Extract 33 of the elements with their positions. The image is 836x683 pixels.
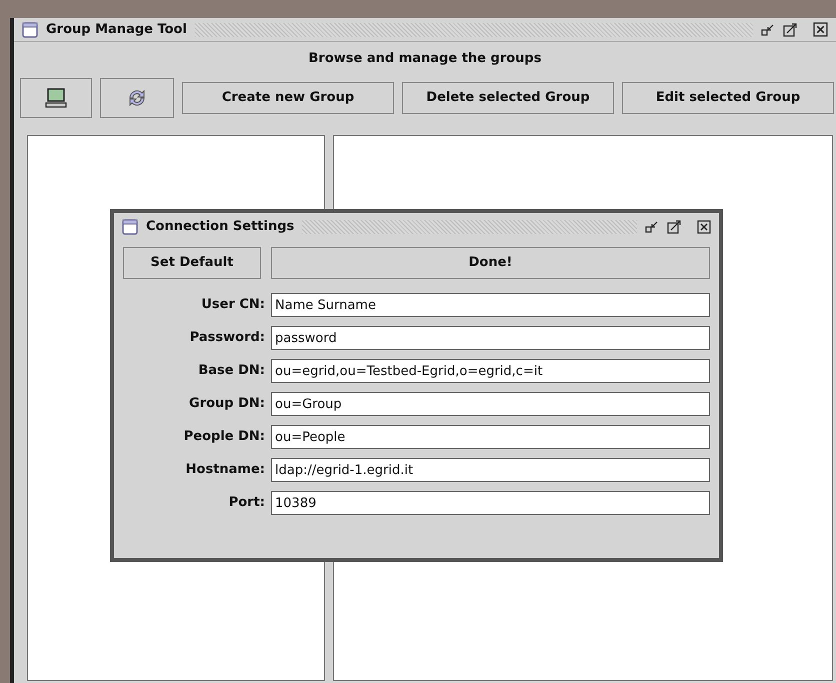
input-field[interactable]: ou=People xyxy=(271,425,710,449)
input-field[interactable]: ldap://egrid-1.egrid.it xyxy=(271,458,710,482)
input-field[interactable]: password xyxy=(271,326,710,350)
input-field[interactable]: 10389 xyxy=(271,491,710,515)
dialog-button[interactable]: Done! xyxy=(271,247,710,279)
toolbar-button[interactable]: Delete selected Group xyxy=(402,82,614,114)
minimize-icon[interactable] xyxy=(761,22,775,36)
field-label: People DN: xyxy=(182,428,265,446)
field-label: Base DN: xyxy=(197,362,265,380)
field-label: User CN: xyxy=(200,296,265,314)
window-icon xyxy=(22,22,38,38)
dialog-title: Connection Settings xyxy=(146,218,294,236)
maximize-icon[interactable] xyxy=(783,22,797,36)
field-label: Group DN: xyxy=(188,395,265,414)
toolbar-button[interactable]: Create new Group xyxy=(182,82,394,114)
field-label: Password: xyxy=(188,329,265,348)
maximize-icon[interactable] xyxy=(667,220,681,234)
input-field[interactable]: Name Surname xyxy=(271,293,710,317)
field-label: Hostname: xyxy=(184,461,265,480)
input-field[interactable]: ou=Group xyxy=(271,392,710,416)
toolbar-button[interactable]: Edit selected Group xyxy=(622,82,834,114)
input-field[interactable]: ou=egrid,ou=Testbed-Egrid,o=egrid,c=it xyxy=(271,359,710,383)
window-title: Group Manage Tool xyxy=(46,20,187,39)
dialog-button[interactable]: Set Default xyxy=(123,247,261,279)
refresh-button[interactable] xyxy=(100,78,174,118)
field-label: Port: xyxy=(228,494,265,512)
minimize-icon[interactable] xyxy=(645,220,659,234)
computer-button[interactable] xyxy=(20,78,92,118)
close-icon[interactable] xyxy=(697,220,711,234)
window-icon xyxy=(122,219,138,235)
header-text: Browse and manage the groups xyxy=(308,50,542,68)
close-icon[interactable] xyxy=(813,22,828,37)
computer-icon xyxy=(45,87,67,109)
